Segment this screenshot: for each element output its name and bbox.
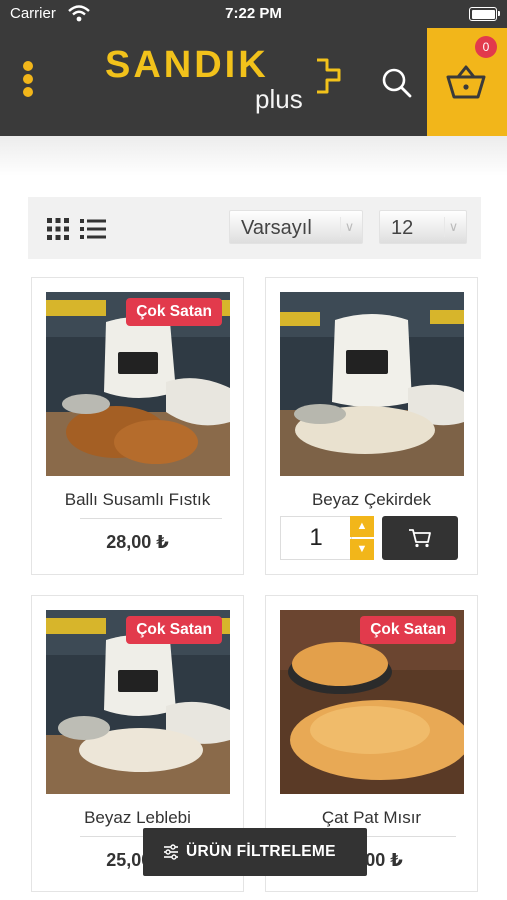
status-bar: Carrier 7:22 PM [0,0,507,28]
sort-select-value: Varsayıl [241,217,312,239]
per-page-select-value: 12 [391,217,414,239]
bestseller-badge: Çok Satan [126,616,222,644]
logo-plus-icon [317,58,341,94]
product-name[interactable]: Beyaz Çekirdek [266,490,477,510]
sort-select[interactable]: Varsayıl ∨ [229,210,363,244]
sliders-icon [164,844,178,860]
quantity-stepper: ▲ ▼ [350,516,374,560]
logo[interactable]: SANDIK plus [105,46,345,120]
product-name[interactable]: Beyaz Leblebi [32,808,243,828]
menu-button[interactable] [14,58,42,104]
product-image[interactable]: Çok Satan [46,292,230,476]
status-time: 7:22 PM [225,5,282,22]
chevron-down-icon: ∨ [340,217,358,237]
menu-dots-icon [23,61,33,71]
product-card[interactable]: Çok Satan Ballı Susamlı Fıstık 28,00 ₺ [31,277,244,575]
logo-sub-text: plus [255,84,303,114]
increment-button[interactable]: ▲ [350,516,374,537]
list-view-icon[interactable] [80,218,106,240]
product-card[interactable]: Beyaz Çekirdek 1 ▲ ▼ [265,277,478,575]
bestseller-badge: Çok Satan [126,298,222,326]
cart-button[interactable]: 0 [427,28,507,136]
cart-count-badge: 0 [475,36,497,58]
quantity-input[interactable]: 1 [280,516,352,560]
chevron-down-icon: ∨ [444,217,462,237]
cart-icon [446,65,486,99]
header-shadow [0,136,507,176]
bestseller-badge: Çok Satan [360,616,456,644]
decrement-button[interactable]: ▼ [350,539,374,560]
product-image[interactable] [280,292,464,476]
product-image[interactable]: Çok Satan [280,610,464,794]
filter-button[interactable]: ÜRÜN FİLTRELEME [143,828,367,876]
product-photo-seeds [280,292,464,476]
product-name[interactable]: Çat Pat Mısır [266,808,477,828]
per-page-select[interactable]: 12 ∨ [379,210,467,244]
product-image[interactable]: Çok Satan [46,610,230,794]
battery-icon [469,7,500,21]
search-button[interactable] [380,66,414,100]
cart-add-icon [409,529,431,548]
product-price: 28,00 ₺ [106,532,169,552]
listing-toolbar: Varsayıl ∨ 12 ∨ [28,197,481,259]
search-icon [382,68,412,98]
grid-view-icon[interactable] [47,218,69,240]
filter-button-label: ÜRÜN FİLTRELEME [186,843,336,860]
add-to-cart-button[interactable] [382,516,458,560]
app-header: SANDIK plus 0 [0,28,507,136]
product-name[interactable]: Ballı Susamlı Fıstık [32,490,243,510]
logo-main-text: SANDIK [105,44,269,86]
divider [80,518,222,519]
